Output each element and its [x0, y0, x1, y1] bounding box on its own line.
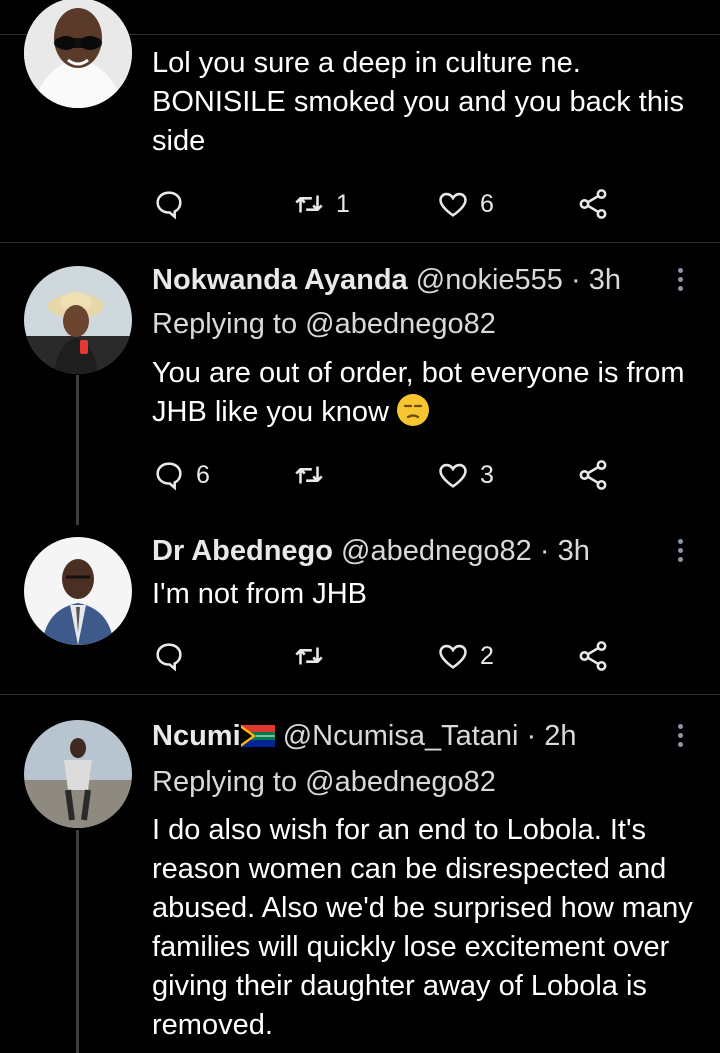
timestamp[interactable]: 3h — [589, 264, 621, 296]
share-button[interactable] — [576, 638, 610, 674]
retweet-button[interactable] — [292, 638, 336, 674]
heart-icon — [439, 644, 467, 669]
share-icon — [579, 641, 607, 671]
replying-to: Replying to @abednego82 — [152, 306, 496, 342]
separator-dot: · — [526, 720, 537, 752]
user-handle[interactable]: @nokie555 — [416, 264, 563, 296]
timestamp[interactable]: 3h — [558, 535, 590, 567]
more-options-icon[interactable] — [666, 264, 694, 300]
reply-icon — [156, 643, 182, 672]
tweet-text: You are out of order, bot everyone is fr… — [152, 357, 685, 428]
retweet-button[interactable]: 1 — [292, 186, 350, 222]
unamused-face-icon — [397, 394, 429, 426]
like-button[interactable]: 3 — [436, 457, 494, 493]
reply-button[interactable] — [152, 186, 196, 222]
replying-to-label: Replying to — [152, 766, 298, 798]
like-count: 6 — [480, 189, 494, 218]
retweet-icon — [295, 647, 323, 665]
divider — [0, 694, 720, 695]
heart-icon — [439, 192, 467, 217]
more-options-icon[interactable] — [666, 535, 694, 571]
like-button[interactable]: 6 — [436, 186, 494, 222]
tweet-text: Lol you sure a deep in culture ne. BONIS… — [152, 47, 684, 157]
share-button[interactable] — [576, 186, 610, 222]
reply-icon — [156, 191, 182, 220]
reply-icon — [156, 462, 182, 491]
separator-dot: · — [570, 264, 581, 296]
separator-dot: · — [539, 535, 550, 567]
tweet-text: I'm not from JHB — [152, 578, 368, 610]
avatar[interactable] — [24, 537, 132, 645]
share-icon — [579, 189, 607, 219]
replying-to-handle[interactable]: @abednego82 — [305, 766, 496, 798]
divider — [0, 242, 720, 243]
user-handle[interactable]: @Ncumisa_Tatani — [283, 720, 519, 752]
like-count: 2 — [480, 641, 494, 670]
share-icon — [579, 460, 607, 490]
avatar[interactable] — [24, 0, 132, 108]
thread-line — [76, 830, 79, 1053]
more-options-icon[interactable] — [666, 720, 694, 756]
like-button[interactable]: 2 — [436, 638, 494, 674]
share-button[interactable] — [576, 457, 610, 493]
tweet-text: I do also wish for an end to Lobola. It'… — [152, 814, 693, 1041]
retweet-button[interactable] — [292, 457, 336, 493]
retweet-icon — [295, 466, 323, 484]
reply-count: 6 — [196, 460, 210, 489]
reply-button[interactable] — [152, 638, 196, 674]
thread-line — [76, 375, 79, 525]
retweet-count: 1 — [336, 189, 350, 218]
heart-icon — [439, 463, 467, 488]
display-name[interactable]: Nokwanda Ayanda — [152, 264, 408, 296]
like-count: 3 — [480, 460, 494, 489]
tweet-actions: 6 3 — [152, 457, 622, 493]
display-name[interactable]: Dr Abednego — [152, 535, 333, 567]
user-handle[interactable]: @abednego82 — [341, 535, 532, 567]
tweet-actions: 1 6 — [152, 186, 622, 222]
retweet-icon — [295, 195, 323, 213]
display-name[interactable]: Ncumi — [152, 720, 241, 752]
avatar[interactable] — [24, 720, 132, 828]
tweet-actions: 2 — [152, 638, 622, 674]
timestamp[interactable]: 2h — [544, 720, 576, 752]
replying-to-label: Replying to — [152, 308, 298, 340]
replying-to: Replying to @abednego82 — [152, 764, 496, 800]
avatar[interactable] — [24, 266, 132, 374]
reply-button[interactable]: 6 — [152, 457, 210, 493]
south-africa-flag-icon — [240, 725, 275, 747]
replying-to-handle[interactable]: @abednego82 — [305, 308, 496, 340]
